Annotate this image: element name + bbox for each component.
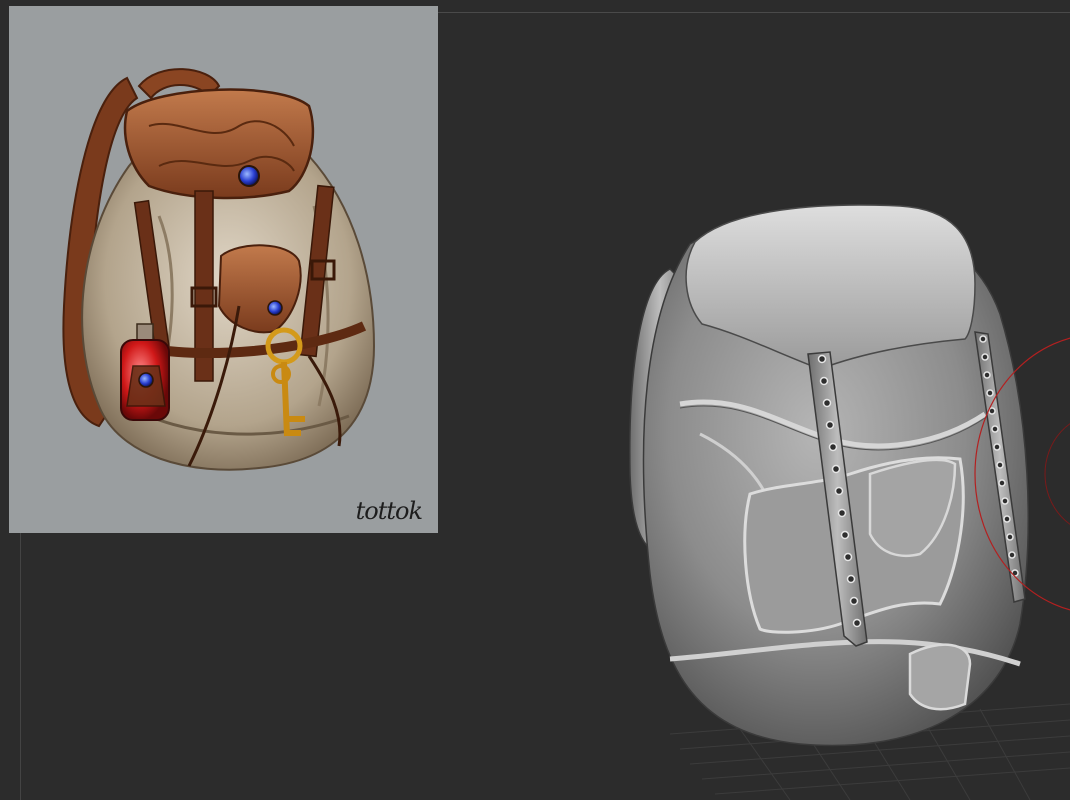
reference-image-panel[interactable]: tottok [9, 6, 438, 533]
artist-signature: tottok [355, 497, 423, 525]
sculpted-backpack-model [629, 204, 1070, 800]
reference-backpack-illustration [62, 68, 376, 471]
viewport-top-border [438, 12, 1070, 13]
3d-viewport-canvas[interactable] [440, 14, 1070, 800]
viewport-left-border [20, 533, 21, 800]
zbrush-workspace: tottok [0, 0, 1070, 800]
